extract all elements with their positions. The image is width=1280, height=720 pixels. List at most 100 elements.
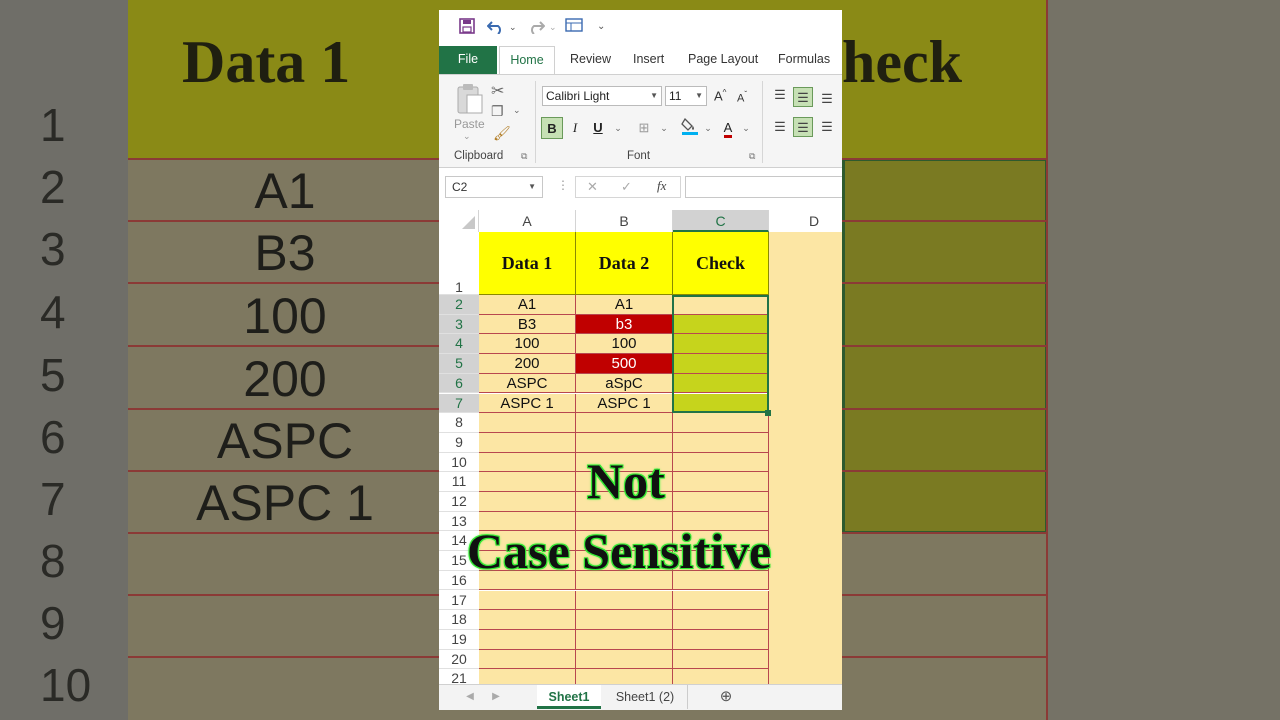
row-header[interactable]: 6 xyxy=(439,373,479,394)
empty-cell[interactable] xyxy=(479,472,576,492)
tab-file[interactable]: File xyxy=(439,46,497,74)
select-all-corner[interactable] xyxy=(439,210,479,232)
row-header[interactable]: 18 xyxy=(439,610,479,630)
fill-handle[interactable] xyxy=(765,410,771,416)
column-header-b[interactable]: B xyxy=(576,210,673,232)
empty-cell[interactable] xyxy=(673,492,769,512)
empty-cell[interactable] xyxy=(479,669,576,684)
italic-button[interactable]: I xyxy=(564,117,586,139)
redo-icon[interactable] xyxy=(527,18,546,36)
header-cell[interactable]: Data 1 xyxy=(479,232,576,295)
borders-icon[interactable]: ⊞ xyxy=(633,117,655,139)
align-top-icon[interactable]: ☰ xyxy=(770,85,790,105)
data-cell[interactable]: 200 xyxy=(479,354,576,374)
empty-cell[interactable] xyxy=(576,649,673,670)
data-cell[interactable]: 100 xyxy=(479,334,576,355)
underline-button[interactable]: U xyxy=(587,117,609,139)
empty-cell[interactable] xyxy=(576,413,673,433)
tab-insert[interactable]: Insert xyxy=(633,46,664,74)
align-middle-icon[interactable]: ☰ xyxy=(793,87,813,107)
empty-cell[interactable] xyxy=(673,472,769,492)
row-header[interactable]: 4 xyxy=(439,334,479,355)
copy-icon[interactable]: ❐ xyxy=(491,103,504,120)
empty-cell[interactable] xyxy=(576,669,673,684)
shrink-font-button[interactable]: Aˇ xyxy=(737,90,747,105)
enter-icon[interactable]: ✓ xyxy=(621,179,632,195)
row-header[interactable]: 19 xyxy=(439,629,479,650)
data-cell[interactable]: ASPC 1 xyxy=(576,393,673,414)
empty-cell[interactable] xyxy=(479,452,576,473)
row-header[interactable]: 1 xyxy=(439,232,479,295)
empty-cell[interactable] xyxy=(673,452,769,473)
empty-cell[interactable] xyxy=(673,610,769,630)
cancel-icon[interactable]: ✕ xyxy=(587,179,598,195)
row-header[interactable]: 11 xyxy=(439,472,479,492)
data-cell[interactable]: A1 xyxy=(479,295,576,315)
cut-icon[interactable]: ✂ xyxy=(491,81,504,101)
row-header[interactable]: 3 xyxy=(439,314,479,335)
sheet-tab-sheet1-2[interactable]: Sheet1 (2) xyxy=(607,685,683,709)
empty-cell[interactable] xyxy=(576,590,673,611)
format-painter-icon[interactable]: 🖌 xyxy=(493,125,511,142)
chevron-down-icon[interactable]: ⌄ xyxy=(735,117,757,139)
align-right-icon[interactable]: ☰ xyxy=(817,117,837,137)
header-cell[interactable]: Check xyxy=(673,232,769,295)
empty-cell[interactable] xyxy=(673,590,769,611)
row-header[interactable]: 2 xyxy=(439,295,479,315)
worksheet-grid[interactable]: A B C D 1 Data 1 Data 2 Check 2 A1 A1 3 B3 b3 4 100… xyxy=(439,208,842,684)
data-cell[interactable]: ASPC 1 xyxy=(479,393,576,414)
empty-cell[interactable] xyxy=(479,610,576,630)
row-header[interactable]: 12 xyxy=(439,492,479,512)
data-cell[interactable]: 500 xyxy=(576,354,673,374)
empty-cell[interactable] xyxy=(479,413,576,433)
paste-button[interactable] xyxy=(455,83,485,118)
chevron-down-icon[interactable]: ⌄ xyxy=(607,117,629,139)
row-header[interactable]: 20 xyxy=(439,649,479,670)
sheet-tab-sheet1[interactable]: Sheet1 xyxy=(537,685,601,709)
data-cell[interactable]: A1 xyxy=(576,295,673,315)
name-box[interactable]: C2 ▼ xyxy=(445,176,543,198)
font-name-select[interactable]: Calibri Light ▼ xyxy=(542,86,662,106)
empty-cell[interactable] xyxy=(479,492,576,512)
empty-cell[interactable] xyxy=(673,649,769,670)
formula-input[interactable] xyxy=(685,176,842,198)
undo-icon[interactable] xyxy=(486,18,505,36)
empty-cell[interactable] xyxy=(673,629,769,650)
data-cell[interactable]: b3 xyxy=(576,314,673,335)
column-header-c[interactable]: C xyxy=(673,210,769,232)
add-sheet-icon[interactable]: ⊕ xyxy=(715,685,737,709)
dialog-launcher-icon[interactable]: ⧉ xyxy=(749,151,755,162)
scroll-right-icon[interactable]: ▶ xyxy=(489,685,503,709)
chevron-down-icon[interactable]: ⌄ xyxy=(549,18,557,36)
empty-cell[interactable] xyxy=(479,432,576,453)
empty-cell[interactable] xyxy=(479,649,576,670)
row-header[interactable]: 10 xyxy=(439,452,479,473)
empty-cell[interactable] xyxy=(479,629,576,650)
dialog-launcher-icon[interactable]: ⧉ xyxy=(521,151,527,162)
insert-function-icon[interactable]: fx xyxy=(657,178,666,194)
customize-qat-icon[interactable]: ⌄ xyxy=(597,18,605,36)
row-header[interactable]: 7 xyxy=(439,393,479,414)
column-header-a[interactable]: A xyxy=(479,210,576,232)
data-cell[interactable]: B3 xyxy=(479,314,576,335)
bold-button[interactable]: B xyxy=(541,117,563,139)
grow-font-button[interactable]: A^ xyxy=(714,88,726,103)
chevron-down-icon[interactable]: ⌄ xyxy=(513,105,521,116)
data-cell[interactable]: ASPC xyxy=(479,373,576,394)
row-header[interactable]: 9 xyxy=(439,432,479,453)
align-left-icon[interactable]: ☰ xyxy=(770,117,790,137)
form-icon[interactable] xyxy=(565,18,583,36)
chevron-down-icon[interactable]: ⌄ xyxy=(653,117,675,139)
empty-cell[interactable] xyxy=(576,432,673,453)
tab-review[interactable]: Review xyxy=(570,46,611,74)
empty-cell[interactable] xyxy=(479,590,576,611)
align-bottom-icon[interactable]: ☰ xyxy=(817,89,837,109)
empty-cell[interactable] xyxy=(576,610,673,630)
header-cell[interactable]: Data 2 xyxy=(576,232,673,295)
scroll-left-icon[interactable]: ◀ xyxy=(463,685,477,709)
row-header[interactable]: 5 xyxy=(439,354,479,374)
column-d-area[interactable] xyxy=(769,232,842,684)
tab-page-layout[interactable]: Page Layout xyxy=(688,46,758,74)
tab-formulas[interactable]: Formulas xyxy=(778,46,830,74)
data-cell[interactable]: aSpC xyxy=(576,373,673,394)
